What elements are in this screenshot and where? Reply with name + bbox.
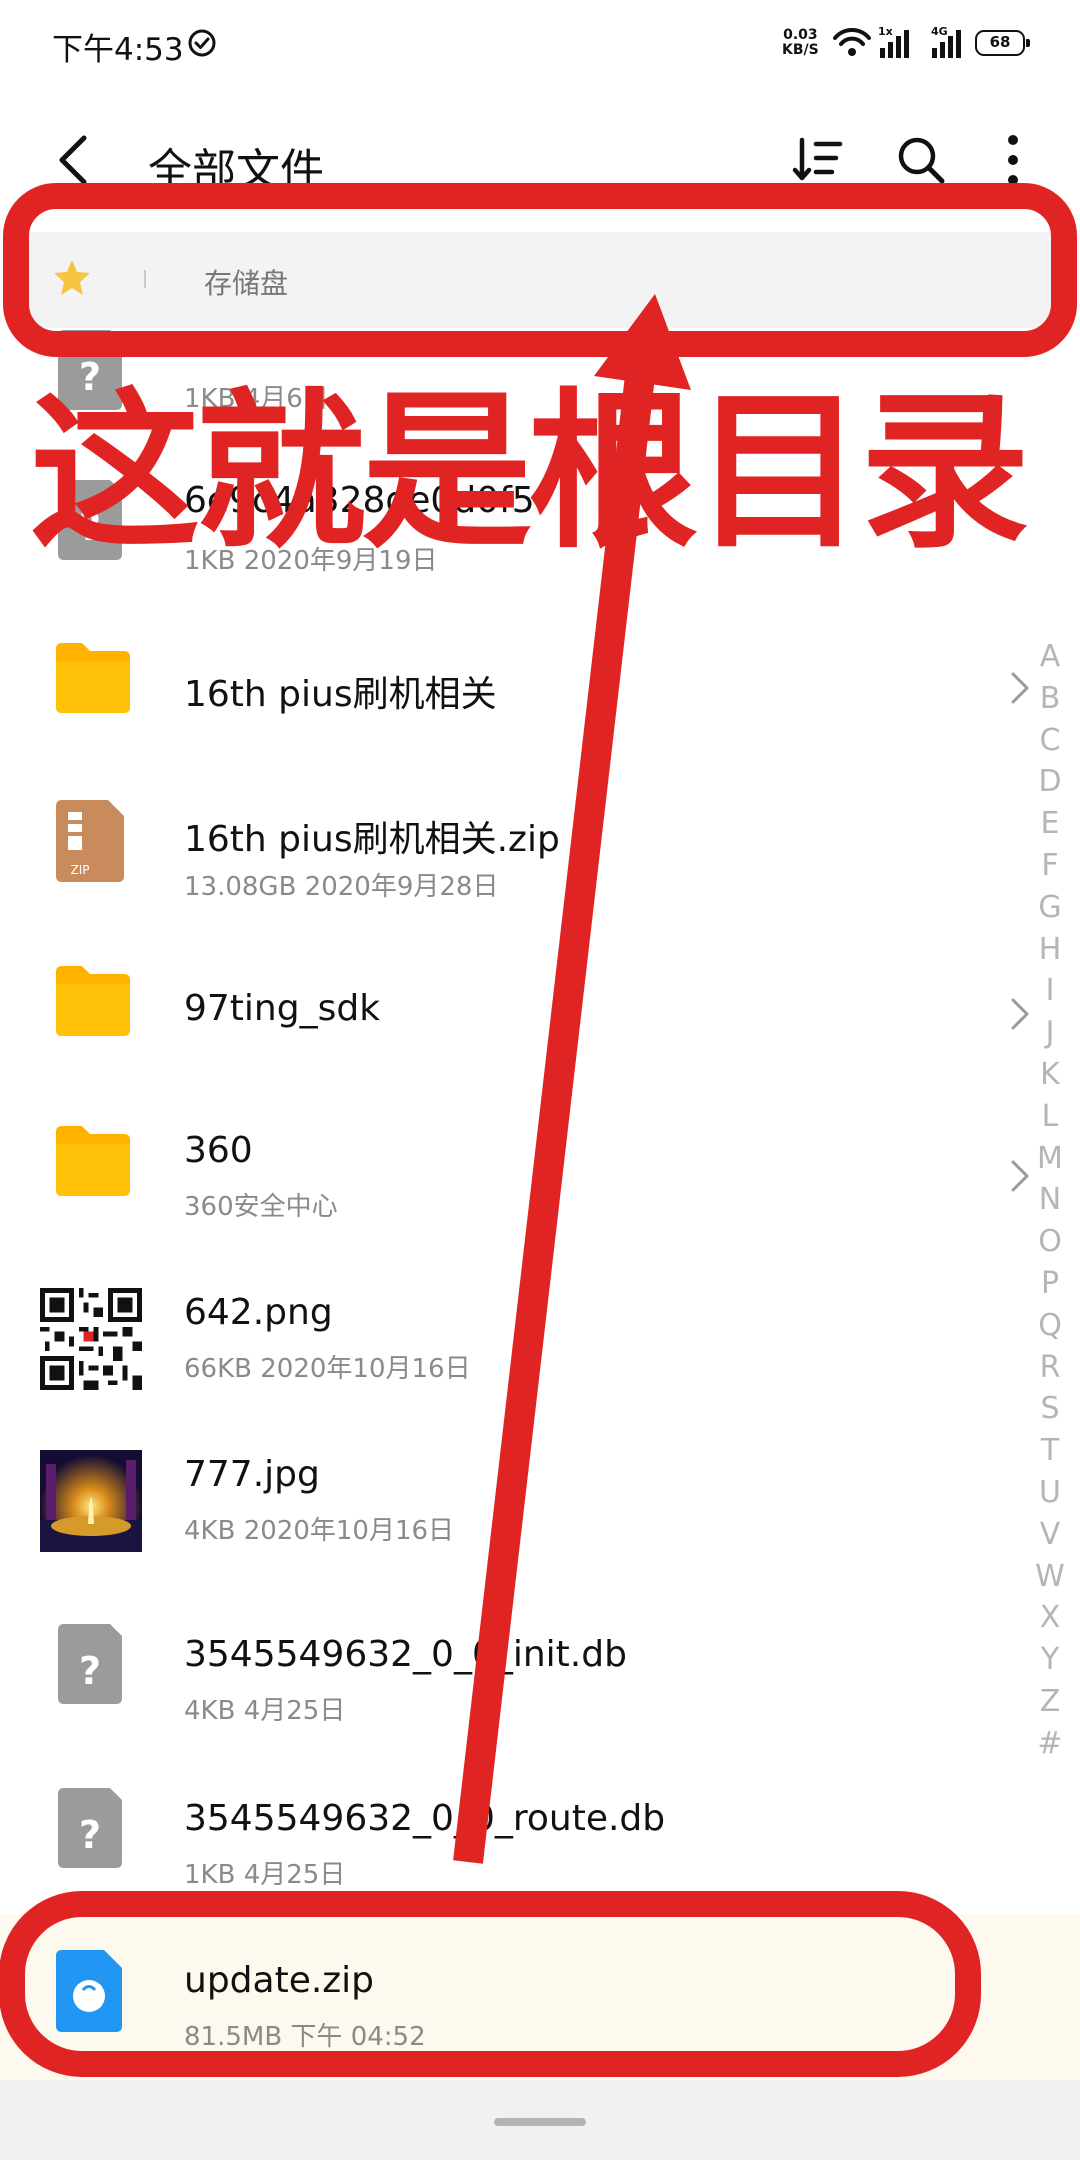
unknown-file-icon: ? [58,1624,122,1704]
file-name: 360 [184,1130,253,1171]
alphabet-index-letter[interactable]: F [1030,845,1070,887]
alphabet-index-letter[interactable]: J [1030,1012,1070,1054]
alphabet-index-letter[interactable]: A [1030,636,1070,678]
file-meta: 4KB 4月25日 [184,1696,346,1726]
folder-icon [56,966,130,1036]
alphabet-index-letter[interactable]: X [1030,1597,1070,1639]
file-name: 777.jpg [184,1454,320,1495]
battery-icon: 68 [975,30,1030,56]
alphabet-index-letter[interactable]: Y [1030,1639,1070,1681]
alphabet-index-letter[interactable]: R [1030,1347,1070,1389]
file-name: 16th pius刷机相关 [184,674,497,715]
qr-code-thumbnail [40,1288,142,1390]
zip-file-icon: ZIP [56,800,124,882]
cell-signal-2-icon: 4G [931,26,961,58]
alphabet-index-letter[interactable]: B [1030,678,1070,720]
file-meta: 4KB 2020年10月16日 [184,1516,455,1546]
alphabet-index-letter[interactable]: D [1030,761,1070,803]
alphabet-index-letter[interactable]: U [1030,1472,1070,1514]
cell-signal-1-icon: 1x [878,26,909,58]
alphabet-index-letter[interactable]: L [1030,1096,1070,1138]
chevron-right-icon [1011,672,1029,704]
alphabet-index-letter[interactable]: V [1030,1514,1070,1556]
more-icon[interactable] [993,132,1033,188]
alphabet-index-letter[interactable]: N [1030,1179,1070,1221]
list-item[interactable]: 97ting_sdk [0,930,1000,1090]
alphabet-index-letter[interactable]: W [1030,1556,1070,1598]
photo-thumbnail [40,1450,142,1552]
status-time: 下午4:53 [52,32,184,68]
alphabet-index-letter[interactable]: K [1030,1054,1070,1096]
annotation-text: 这就是根目录 [30,374,1030,572]
file-meta: 81.5MB 下午 04:52 [184,2022,426,2052]
home-indicator[interactable] [494,2118,586,2126]
breadcrumb-item-storage[interactable]: 存储盘 [204,262,288,302]
check-circle-icon [188,29,216,57]
list-item[interactable]: 777.jpg 4KB 2020年10月16日 [0,1414,1000,1574]
list-item[interactable]: 16th pius刷机相关 [0,607,1000,767]
alphabet-index-letter[interactable]: # [1030,1723,1070,1765]
status-bar: 下午4:53 0.03 KB/S 1x 4G 68 [0,0,1080,90]
file-meta: 13.08GB 2020年9月28日 [184,872,499,902]
file-name: 3545549632_0_0_init.db [184,1634,627,1675]
wifi-icon [833,27,871,56]
list-item[interactable]: 360 360安全中心 [0,1090,1000,1250]
list-item[interactable]: ZIP 16th pius刷机相关.zip 13.08GB 2020年9月28日 [0,770,1000,930]
file-meta: 66KB 2020年10月16日 [184,1354,471,1384]
alphabet-index-letter[interactable]: G [1030,887,1070,929]
alphabet-index-letter[interactable]: H [1030,929,1070,971]
net-speed: 0.03 KB/S [782,28,819,58]
alphabet-index-letter[interactable]: C [1030,720,1070,762]
svg-text:4G: 4G [931,26,948,38]
file-meta: 360安全中心 [184,1192,338,1222]
alphabet-index-letter[interactable]: Q [1030,1305,1070,1347]
page-title: 全部文件 [148,145,324,196]
file-meta: 1KB 4月25日 [184,1860,346,1890]
svg-text:ZIP: ZIP [71,863,90,877]
back-icon[interactable] [52,134,94,186]
file-name: update.zip [184,1960,375,2001]
gesture-bar [0,2080,1080,2160]
list-item-update-zip[interactable]: update.zip 81.5MB 下午 04:52 [0,1920,1000,2080]
net-speed-unit: KB/S [782,42,819,58]
chevron-right-icon [1011,998,1029,1030]
folder-icon [56,1126,130,1196]
svg-text:1x: 1x [878,26,893,38]
list-item[interactable]: ? 3545549632_0_0_route.db 1KB 4月25日 [0,1758,1000,1918]
alphabet-index-letter[interactable]: P [1030,1263,1070,1305]
breadcrumb-separator [144,270,146,288]
package-file-icon [56,1950,122,2032]
star-icon[interactable] [52,258,92,298]
alphabet-index-letter[interactable]: E [1030,803,1070,845]
file-name: 16th pius刷机相关.zip [184,819,560,860]
alphabet-index[interactable]: A B C D E F G H I J K L M N O P Q R S T U V W X Y Z # [1030,636,1070,1765]
list-item[interactable]: 642.png 66KB 2020年10月16日 [0,1252,1000,1412]
svg-text:?: ? [79,1649,101,1693]
alphabet-index-letter[interactable]: S [1030,1388,1070,1430]
alphabet-index-letter[interactable]: I [1030,970,1070,1012]
app-bar: 全部文件 [0,90,1080,230]
signal-icons: 1x 4G [833,26,961,58]
list-item[interactable]: ? 3545549632_0_0_init.db 4KB 4月25日 [0,1594,1000,1754]
file-name: 3545549632_0_0_route.db [184,1798,666,1839]
chevron-right-icon [1011,1160,1029,1192]
net-speed-value: 0.03 [783,27,818,43]
unknown-file-icon: ? [58,1788,122,1868]
alphabet-index-letter[interactable]: O [1030,1221,1070,1263]
alphabet-index-letter[interactable]: T [1030,1430,1070,1472]
search-icon[interactable] [895,134,947,186]
file-name: 97ting_sdk [184,988,381,1029]
alphabet-index-letter[interactable]: Z [1030,1681,1070,1723]
svg-text:?: ? [79,1813,101,1857]
folder-icon [56,643,130,713]
alphabet-index-letter[interactable]: M [1030,1138,1070,1180]
sort-icon[interactable] [792,134,844,186]
file-name: 642.png [184,1292,333,1333]
